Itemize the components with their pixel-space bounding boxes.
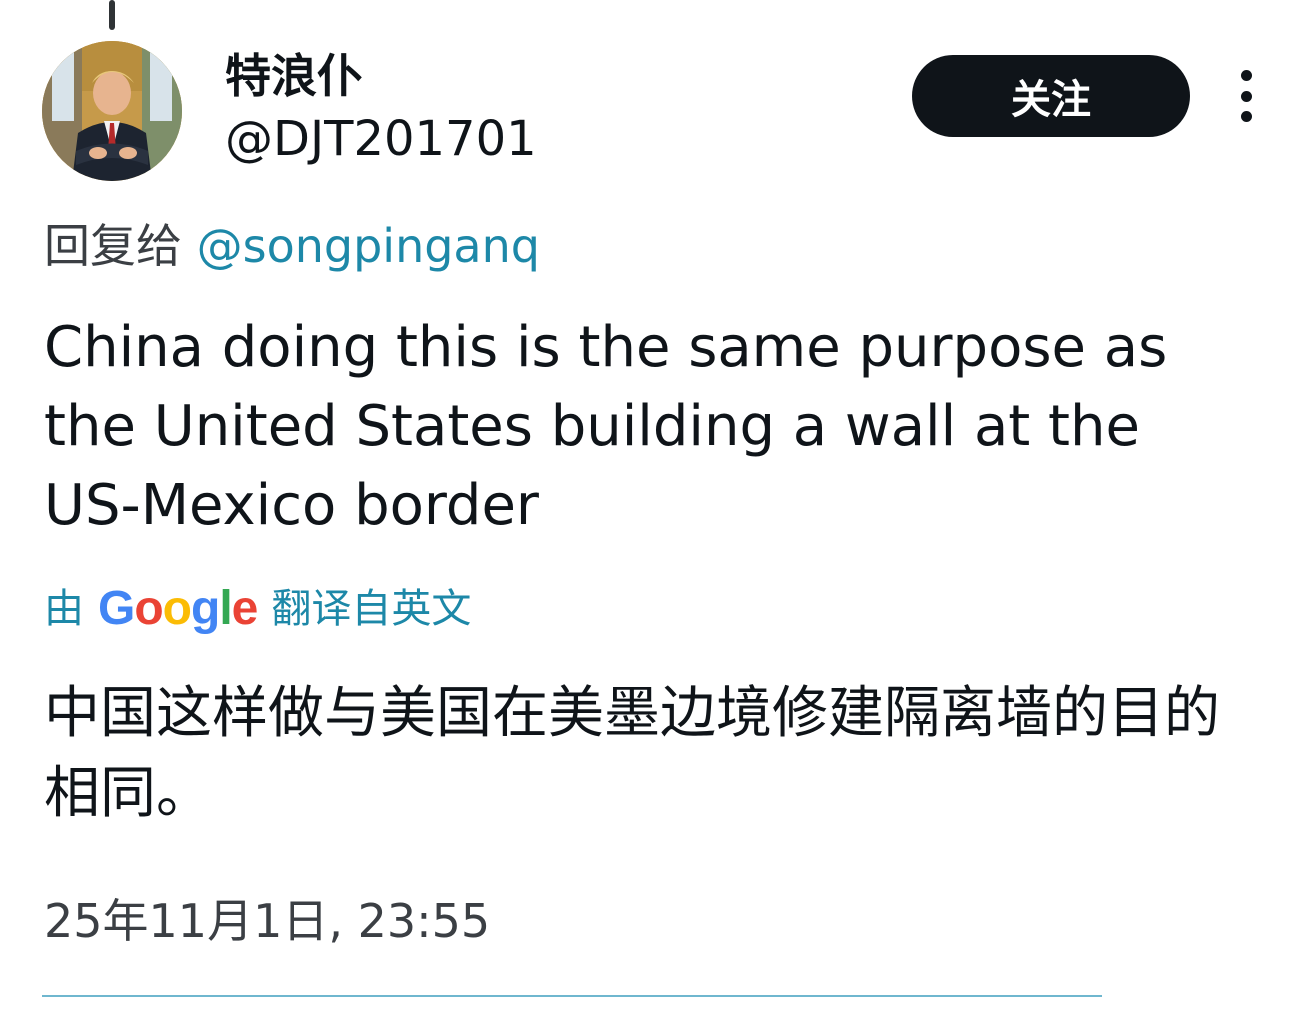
thread-connector-line: [109, 0, 115, 30]
author-handle[interactable]: @DJT201701: [225, 110, 537, 168]
more-options-button[interactable]: [1225, 70, 1267, 122]
translation-attribution[interactable]: 由 Google 翻译自英文: [44, 580, 471, 638]
translation-source-label: 翻译自英文: [271, 586, 472, 632]
more-vertical-icon-dot: [1240, 111, 1252, 122]
google-logo-letter: o: [134, 582, 163, 635]
google-logo-letter: l: [219, 582, 232, 635]
google-logo: Google: [98, 580, 259, 638]
translated-tweet-text: 中国这样做与美国在美墨边境修建隔离墙的目的相同。: [44, 681, 1220, 826]
google-logo-letter: g: [191, 582, 220, 635]
divider: [42, 995, 1102, 997]
reply-mention-link[interactable]: @songpinganq: [197, 219, 540, 273]
reply-prefix: 回复给: [44, 219, 182, 273]
avatar[interactable]: [42, 41, 182, 181]
follow-button[interactable]: 关注: [912, 55, 1190, 137]
translation-by-label: 由: [44, 586, 84, 632]
tweet-timestamp[interactable]: 25年11月1日, 23:55: [44, 892, 490, 950]
google-logo-letter: e: [231, 582, 259, 635]
more-vertical-icon: [1240, 70, 1252, 81]
google-logo-letter: G: [98, 582, 135, 635]
avatar-photo: [42, 41, 182, 181]
more-vertical-icon-dot: [1240, 90, 1252, 102]
google-logo-letter: o: [162, 582, 192, 635]
tweet-text: China doing this is the same purpose as …: [44, 315, 1168, 538]
reply-context: 回复给 @songpinganq: [44, 216, 540, 276]
author-display-name[interactable]: 特浪仆: [225, 48, 363, 104]
